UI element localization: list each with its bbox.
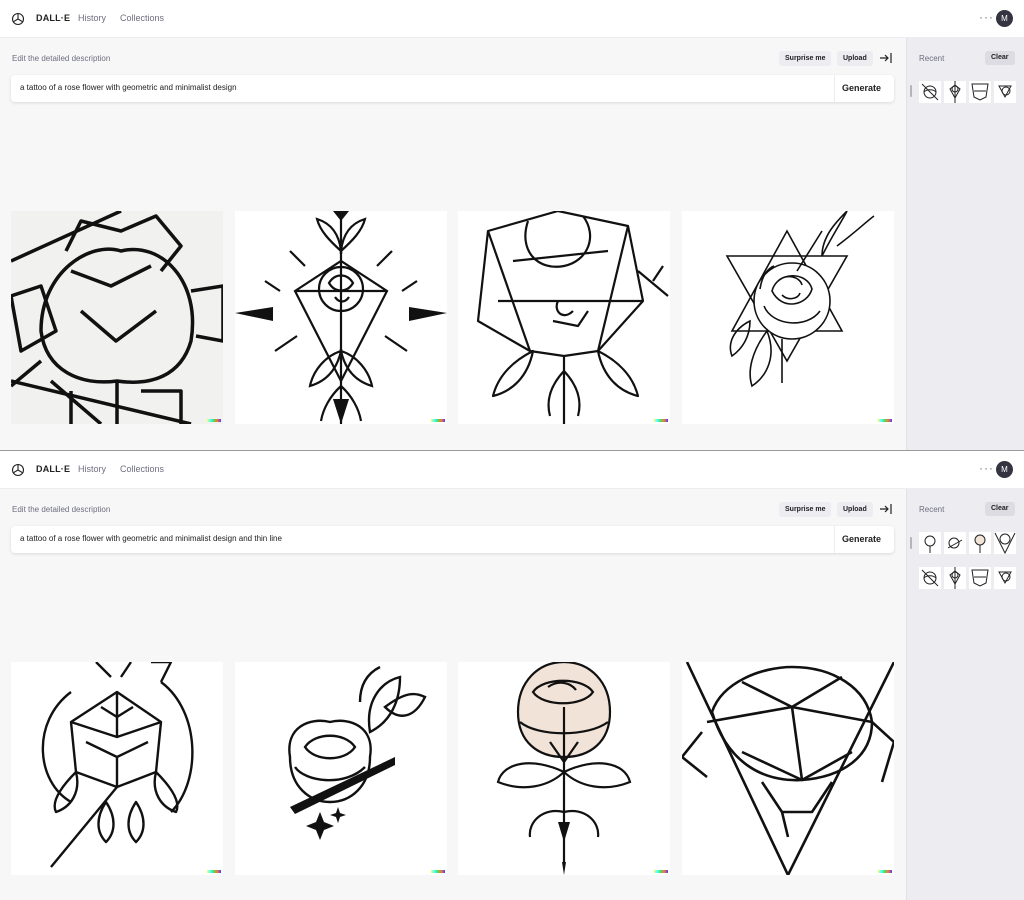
rose-thumbnail-image [974, 534, 986, 553]
signature-mark [431, 870, 445, 873]
rose-thumbnail-image [949, 567, 961, 589]
recent-thumbnail[interactable] [969, 81, 991, 103]
rose-faceted-image [476, 211, 669, 424]
rose-geometric-image [11, 211, 223, 424]
rose-diamond-image [235, 211, 447, 424]
session-panel-1: DALL·E History Collections ··· M Edit th… [0, 0, 1024, 450]
prompt-input[interactable]: a tattoo of a rose flower with geometric… [11, 526, 894, 553]
avatar[interactable]: M [996, 461, 1013, 478]
nav-collections[interactable]: Collections [120, 464, 164, 474]
recent-thumbnail[interactable] [994, 567, 1016, 589]
recent-thumbnail[interactable] [919, 532, 941, 554]
clear-button[interactable]: Clear [985, 51, 1015, 65]
signature-mark [654, 419, 668, 422]
avatar[interactable]: M [996, 10, 1013, 27]
recent-thumbnail[interactable] [944, 567, 966, 589]
signature-mark [878, 870, 892, 873]
recent-thumbnail[interactable] [994, 81, 1016, 103]
rose-thumbnail-image [947, 537, 963, 549]
recent-thumbnail-row [919, 532, 1017, 554]
generate-button[interactable]: Generate [842, 83, 881, 93]
image-grid [11, 662, 894, 875]
rose-thumbnail-image [924, 535, 936, 553]
rose-circle-image [41, 662, 194, 868]
rose-thumbnail-image [971, 569, 989, 587]
image-grid [11, 211, 894, 424]
signature-mark [878, 419, 892, 422]
recent-thumbnail[interactable] [994, 532, 1016, 554]
recent-thumbnail[interactable] [944, 532, 966, 554]
collapse-sidebar-icon[interactable] [879, 501, 893, 517]
recent-thumbnail[interactable] [944, 81, 966, 103]
rose-triangle-image [682, 662, 894, 875]
rose-thumbnail-image [994, 532, 1016, 554]
divider [834, 75, 835, 102]
generate-button[interactable]: Generate [842, 534, 881, 544]
generated-image[interactable] [11, 211, 223, 424]
more-options-icon[interactable]: ··· [979, 10, 994, 24]
recent-sidebar: Recent Clear [906, 38, 1024, 450]
top-bar: DALL·E History Collections ··· M [0, 451, 1024, 489]
recent-thumbnail[interactable] [969, 567, 991, 589]
rose-thumbnail-image [921, 569, 939, 587]
signature-mark [207, 419, 221, 422]
generated-image[interactable] [11, 662, 223, 875]
generated-image[interactable] [458, 662, 670, 875]
recent-sidebar: Recent Clear [906, 489, 1024, 900]
signature-mark [431, 419, 445, 422]
signature-mark [654, 870, 668, 873]
recent-label: Recent [919, 54, 945, 63]
generated-image[interactable] [682, 662, 894, 875]
description-label: Edit the detailed description [12, 54, 111, 63]
brand-logo-text[interactable]: DALL·E [36, 13, 70, 23]
upload-button[interactable]: Upload [837, 502, 873, 517]
prompt-text[interactable]: a tattoo of a rose flower with geometric… [20, 83, 237, 92]
nav-history[interactable]: History [78, 464, 106, 474]
clear-button[interactable]: Clear [985, 502, 1015, 516]
prompt-input[interactable]: a tattoo of a rose flower with geometric… [11, 75, 894, 102]
surprise-me-button[interactable]: Surprise me [779, 502, 832, 517]
openai-logo-icon[interactable] [11, 463, 25, 477]
rose-sparkle-image [288, 665, 427, 840]
rose-shaded-image [725, 211, 875, 388]
rose-thumbnail-image [998, 85, 1012, 99]
recent-thumbnail-row [919, 567, 1017, 589]
rose-thumbnail-image [971, 83, 989, 101]
session-panel-2: DALL·E History Collections ··· M Edit th… [0, 450, 1024, 900]
rose-stem-image [496, 662, 632, 875]
top-bar: DALL·E History Collections ··· M [0, 0, 1024, 38]
surprise-me-button[interactable]: Surprise me [779, 51, 832, 66]
scrollbar[interactable] [910, 85, 912, 97]
scrollbar[interactable] [910, 537, 912, 549]
signature-mark [207, 870, 221, 873]
nav-history[interactable]: History [78, 13, 106, 23]
collapse-sidebar-icon[interactable] [879, 50, 893, 66]
recent-thumbnail[interactable] [969, 532, 991, 554]
more-options-icon[interactable]: ··· [979, 461, 994, 475]
recent-thumbnail-row [919, 81, 1017, 103]
recent-thumbnail[interactable] [919, 81, 941, 103]
rose-thumbnail-image [921, 83, 939, 101]
generated-image[interactable] [682, 211, 894, 424]
generated-image[interactable] [458, 211, 670, 424]
rose-thumbnail-image [949, 81, 961, 103]
openai-logo-icon[interactable] [11, 12, 25, 26]
recent-thumbnail[interactable] [919, 567, 941, 589]
divider [834, 526, 835, 553]
generated-image[interactable] [235, 211, 447, 424]
generated-image[interactable] [235, 662, 447, 875]
recent-label: Recent [919, 505, 945, 514]
nav-collections[interactable]: Collections [120, 13, 164, 23]
upload-button[interactable]: Upload [837, 51, 873, 66]
rose-thumbnail-image [998, 571, 1012, 585]
brand-logo-text[interactable]: DALL·E [36, 464, 70, 474]
description-label: Edit the detailed description [12, 505, 111, 514]
prompt-text[interactable]: a tattoo of a rose flower with geometric… [20, 534, 282, 543]
